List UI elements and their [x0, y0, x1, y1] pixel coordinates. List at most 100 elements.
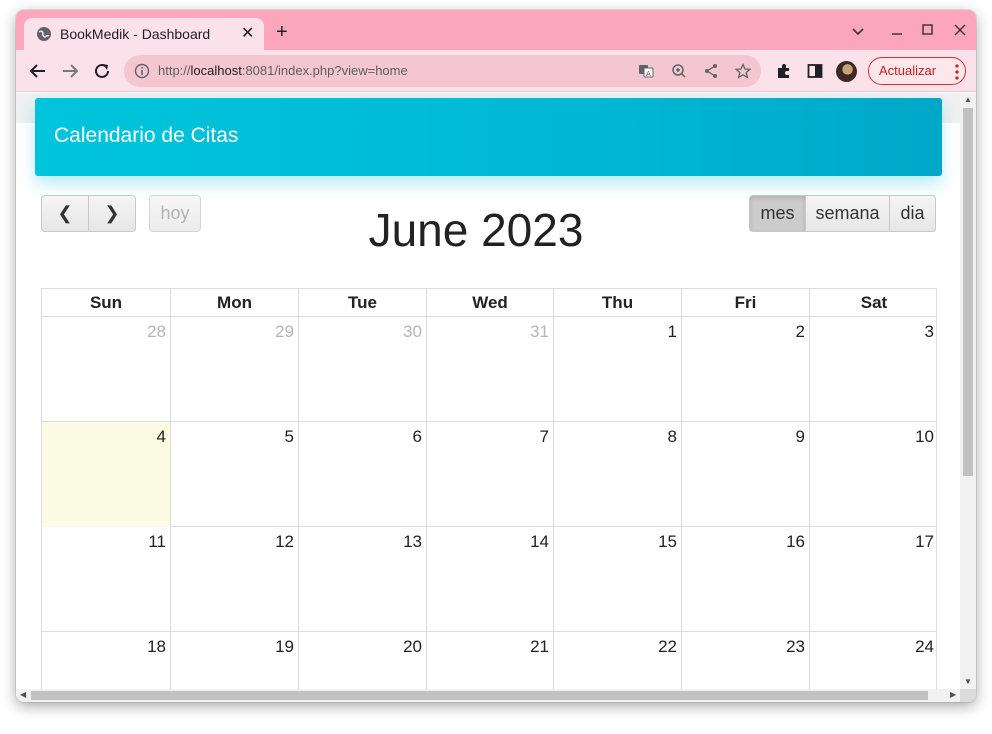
day-cell[interactable]: 31 — [426, 317, 553, 422]
weekday-wed: Wed — [426, 289, 553, 316]
back-icon[interactable] — [27, 60, 49, 82]
day-number: 20 — [403, 637, 422, 656]
minimize-icon[interactable] — [890, 24, 904, 38]
update-button[interactable]: Actualizar — [868, 57, 966, 85]
day-cell[interactable]: 30 — [298, 317, 426, 422]
day-number: 7 — [539, 427, 549, 446]
profile-avatar[interactable] — [836, 61, 857, 82]
star-icon[interactable] — [735, 63, 751, 79]
close-window-icon[interactable] — [953, 23, 967, 37]
close-tab-icon[interactable]: ✕ — [241, 25, 254, 43]
day-cell[interactable]: 22 — [553, 632, 681, 689]
tab-title: BookMedik - Dashboard — [60, 26, 211, 42]
scroll-up-icon[interactable]: ▲ — [964, 96, 972, 104]
day-cell[interactable]: 1 — [553, 317, 681, 422]
tab-search-icon[interactable] — [851, 24, 865, 38]
calendar-title: June 2023 — [368, 204, 584, 256]
day-cell[interactable]: 4 — [42, 422, 170, 527]
share-icon[interactable] — [703, 63, 719, 79]
day-cell[interactable]: 17 — [809, 527, 938, 632]
day-number: 6 — [412, 427, 422, 446]
page-content: Calendario de Citas ❮ ❯ hoy June 2023 me… — [16, 98, 960, 689]
day-number: 16 — [786, 532, 805, 551]
day-number: 11 — [148, 532, 166, 551]
day-number: 5 — [284, 427, 294, 446]
week-row: 28 29 30 31 1 2 3 — [41, 317, 937, 422]
day-cell[interactable]: 15 — [553, 527, 681, 632]
new-tab-icon[interactable]: + — [276, 22, 288, 42]
week-row: 18 19 20 21 22 23 24 — [41, 632, 937, 689]
side-panel-icon[interactable] — [807, 63, 823, 79]
day-number: 21 — [530, 637, 549, 656]
day-number: 12 — [275, 532, 294, 551]
day-number: 24 — [915, 637, 934, 656]
day-cell[interactable]: 7 — [426, 422, 553, 527]
tab-bar: BookMedik - Dashboard ✕ + — [16, 10, 976, 50]
day-cell[interactable]: 18 — [42, 632, 170, 689]
day-number: 30 — [403, 322, 422, 341]
horizontal-scroll-thumb[interactable] — [31, 691, 928, 700]
scroll-down-icon[interactable]: ▼ — [964, 678, 972, 686]
scroll-left-icon[interactable]: ◀ — [20, 691, 26, 699]
reload-icon[interactable] — [91, 60, 113, 82]
page-viewport: Calendario de Citas ❮ ❯ hoy June 2023 me… — [16, 93, 960, 689]
weekday-sat: Sat — [809, 289, 938, 316]
weekday-sun: Sun — [89, 293, 123, 312]
extensions-icon[interactable] — [776, 63, 792, 79]
day-cell[interactable]: 23 — [681, 632, 809, 689]
address-bar[interactable]: http://localhost:8081/index.php?view=hom… — [124, 55, 761, 87]
week-row: 4 5 6 7 8 9 10 — [41, 422, 937, 527]
view-day-button[interactable]: dia — [889, 195, 936, 232]
active-tab[interactable]: BookMedik - Dashboard ✕ — [24, 18, 264, 50]
day-cell[interactable]: 24 — [809, 632, 938, 689]
forward-icon[interactable] — [59, 60, 81, 82]
weekday-tue: Tue — [298, 289, 426, 316]
day-number: 9 — [795, 427, 805, 446]
day-number: 13 — [403, 532, 422, 551]
day-cell[interactable]: 14 — [426, 527, 553, 632]
day-cell[interactable]: 10 — [809, 422, 938, 527]
day-cell[interactable]: 29 — [170, 317, 298, 422]
day-cell[interactable]: 3 — [809, 317, 938, 422]
day-number: 18 — [147, 637, 166, 656]
day-cell[interactable]: 9 — [681, 422, 809, 527]
day-cell[interactable]: 5 — [170, 422, 298, 527]
week-row: 11 12 13 14 15 16 17 — [41, 527, 937, 632]
day-cell[interactable]: 2 — [681, 317, 809, 422]
day-cell[interactable]: 19 — [170, 632, 298, 689]
day-cell[interactable]: 8 — [553, 422, 681, 527]
day-number: 1 — [667, 322, 677, 341]
view-month-button[interactable]: mes — [749, 195, 806, 232]
day-number: 31 — [530, 322, 549, 341]
day-cell[interactable]: 12 — [170, 527, 298, 632]
today-button[interactable]: hoy — [149, 195, 201, 232]
zoom-icon[interactable] — [671, 63, 687, 79]
day-cell[interactable]: 11 — [42, 527, 170, 632]
day-cell[interactable]: 13 — [298, 527, 426, 632]
next-month-button[interactable]: ❯ — [88, 195, 136, 232]
view-week-button[interactable]: semana — [805, 195, 890, 232]
translate-icon[interactable]: A — [638, 63, 654, 79]
more-icon[interactable] — [955, 64, 959, 80]
scrollbar-corner — [960, 689, 976, 702]
url-text[interactable]: http://localhost:8081/index.php?view=hom… — [158, 63, 408, 78]
day-number: 17 — [915, 532, 934, 551]
page-title: Calendario de Citas — [54, 124, 239, 147]
day-cell[interactable]: 28 — [42, 317, 170, 422]
svg-text:A: A — [646, 70, 651, 78]
day-cell[interactable]: 16 — [681, 527, 809, 632]
prev-month-button[interactable]: ❮ — [41, 195, 89, 232]
maximize-icon[interactable] — [921, 23, 935, 37]
day-number: 19 — [275, 637, 294, 656]
vertical-scroll-thumb[interactable] — [963, 108, 973, 476]
info-icon[interactable] — [134, 63, 150, 79]
day-cell[interactable]: 20 — [298, 632, 426, 689]
day-number: 4 — [156, 427, 166, 446]
day-cell[interactable]: 21 — [426, 632, 553, 689]
weekday-thu: Thu — [553, 289, 681, 316]
day-number: 23 — [786, 637, 805, 656]
day-cell[interactable]: 6 — [298, 422, 426, 527]
scroll-right-icon[interactable]: ▶ — [950, 691, 956, 699]
horizontal-scrollbar[interactable]: ◀ ▶ — [16, 689, 960, 702]
vertical-scrollbar[interactable]: ▲ ▼ — [960, 93, 976, 689]
